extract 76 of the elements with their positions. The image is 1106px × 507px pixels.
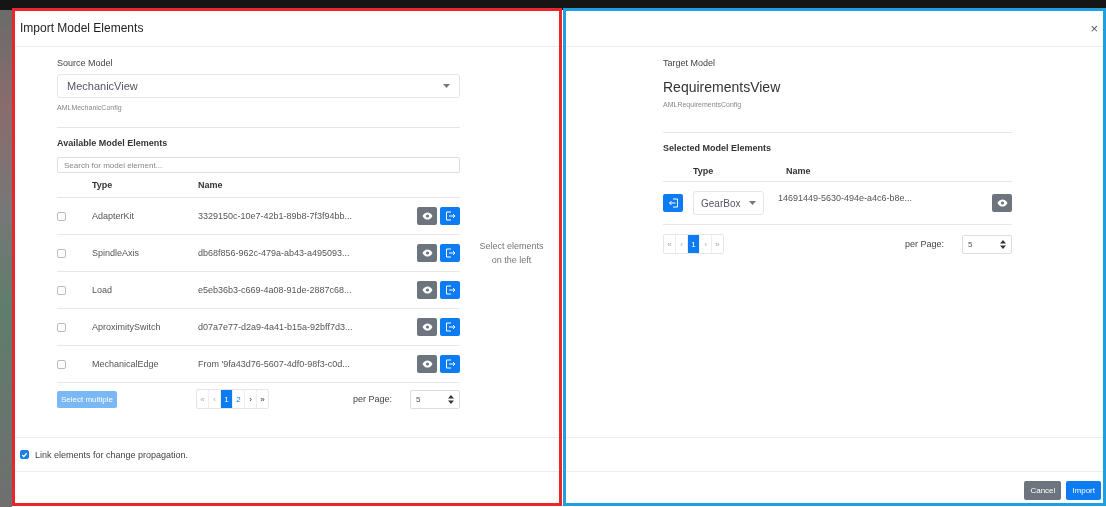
last-page-button[interactable]: »: [712, 235, 723, 253]
empty-hint: Select elements on the left: [478, 240, 545, 267]
table-cell: db68f856-962c-479a-ab43-a495093...: [198, 248, 350, 258]
table-cell-text: AdapterKit: [92, 211, 136, 221]
per-page-select[interactable]: 5: [962, 234, 1012, 254]
export-arrow-icon: [444, 248, 456, 258]
cancel-button[interactable]: Cancel: [1024, 481, 1062, 500]
view-button[interactable]: [417, 244, 437, 262]
view-button[interactable]: [417, 281, 437, 299]
view-button[interactable]: [992, 194, 1012, 212]
export-arrow-icon: [444, 285, 456, 295]
table-cell-text: AproximitySwitch: [92, 322, 162, 332]
remove-button[interactable]: [663, 194, 683, 212]
export-arrow-icon: [444, 359, 456, 369]
table-cell-text: SpindleAxis: [92, 248, 141, 258]
checkbox[interactable]: [57, 322, 66, 332]
field-label: Target Model: [663, 58, 717, 70]
per-page-label: per Page:: [904, 239, 944, 249]
per-page-label: per Page:: [352, 394, 392, 404]
section-title: Available Model Elements: [57, 138, 169, 148]
column-header: Name: [786, 166, 811, 176]
close-button[interactable]: ×: [1090, 20, 1098, 36]
add-button[interactable]: [440, 244, 460, 262]
table-cell-text: Load: [92, 285, 114, 295]
eye-icon: [421, 212, 433, 220]
next-page-button[interactable]: ›: [245, 390, 258, 408]
checkbox[interactable]: [57, 285, 66, 295]
first-page-button[interactable]: «: [197, 390, 210, 408]
field-label: Source Model: [57, 58, 114, 70]
search-field[interactable]: Search for model element...: [57, 157, 460, 173]
view-button[interactable]: [417, 355, 437, 373]
table-cell: From '9fa43d76-5607-4df0-98f3-c0d...: [198, 359, 350, 369]
per-page-select[interactable]: 5: [410, 389, 460, 409]
add-button[interactable]: [440, 318, 460, 336]
table-cell: d07a7e77-d2a9-4a41-b15a-92bff7d3...: [198, 322, 353, 332]
eye-icon: [421, 323, 433, 331]
checkbox[interactable]: [57, 359, 66, 369]
model-name: RequirementsView: [663, 79, 782, 95]
last-page-button[interactable]: »: [257, 390, 269, 408]
column-header: Type: [92, 180, 114, 190]
export-arrow-icon: [444, 211, 456, 221]
column-header: Type: [693, 166, 715, 176]
export-arrow-icon: [444, 322, 456, 332]
eye-icon: [421, 249, 433, 257]
eye-icon: [421, 286, 433, 294]
import-arrow-icon: [667, 198, 679, 208]
checkbox[interactable]: [57, 211, 66, 221]
add-button[interactable]: [440, 355, 460, 373]
checkbox[interactable]: [57, 248, 66, 258]
eye-icon: [421, 360, 433, 368]
view-button[interactable]: [417, 207, 437, 225]
table-cell: e5eb36b3-c669-4a08-91de-2887c68...: [198, 285, 352, 295]
checkbox[interactable]: [20, 450, 29, 459]
table-cell: 14691449-5630-494e-a4c6-b8e...: [778, 193, 913, 203]
page-button[interactable]: 1: [221, 390, 234, 408]
page-button[interactable]: 2: [233, 390, 246, 408]
first-page-button[interactable]: «: [664, 235, 676, 253]
add-button[interactable]: [440, 207, 460, 225]
caret-icon: [443, 84, 450, 88]
table-cell: 3329150c-10e7-42b1-89b8-7f3f94bb...: [198, 211, 353, 221]
column-header: Name: [198, 180, 223, 190]
next-page-button[interactable]: ›: [700, 235, 712, 253]
caret-icon: [749, 201, 756, 205]
eye-icon: [996, 199, 1008, 207]
spinner-arrows-icon: [1000, 239, 1006, 249]
import-button[interactable]: Import: [1066, 481, 1101, 500]
dialog-title: Import Model Elements: [20, 21, 144, 35]
type-select[interactable]: GearBox: [693, 191, 764, 215]
add-button[interactable]: [440, 281, 460, 299]
option-label: Link elements for change propagation.: [35, 449, 189, 460]
page-button[interactable]: 1: [688, 235, 700, 253]
table-cell-text: MechanicalEdge: [92, 359, 160, 369]
view-button[interactable]: [417, 318, 437, 336]
section-title: Selected Model Elements: [663, 143, 773, 153]
model-select[interactable]: MechanicView: [57, 74, 460, 98]
spinner-arrows-icon: [448, 394, 454, 404]
